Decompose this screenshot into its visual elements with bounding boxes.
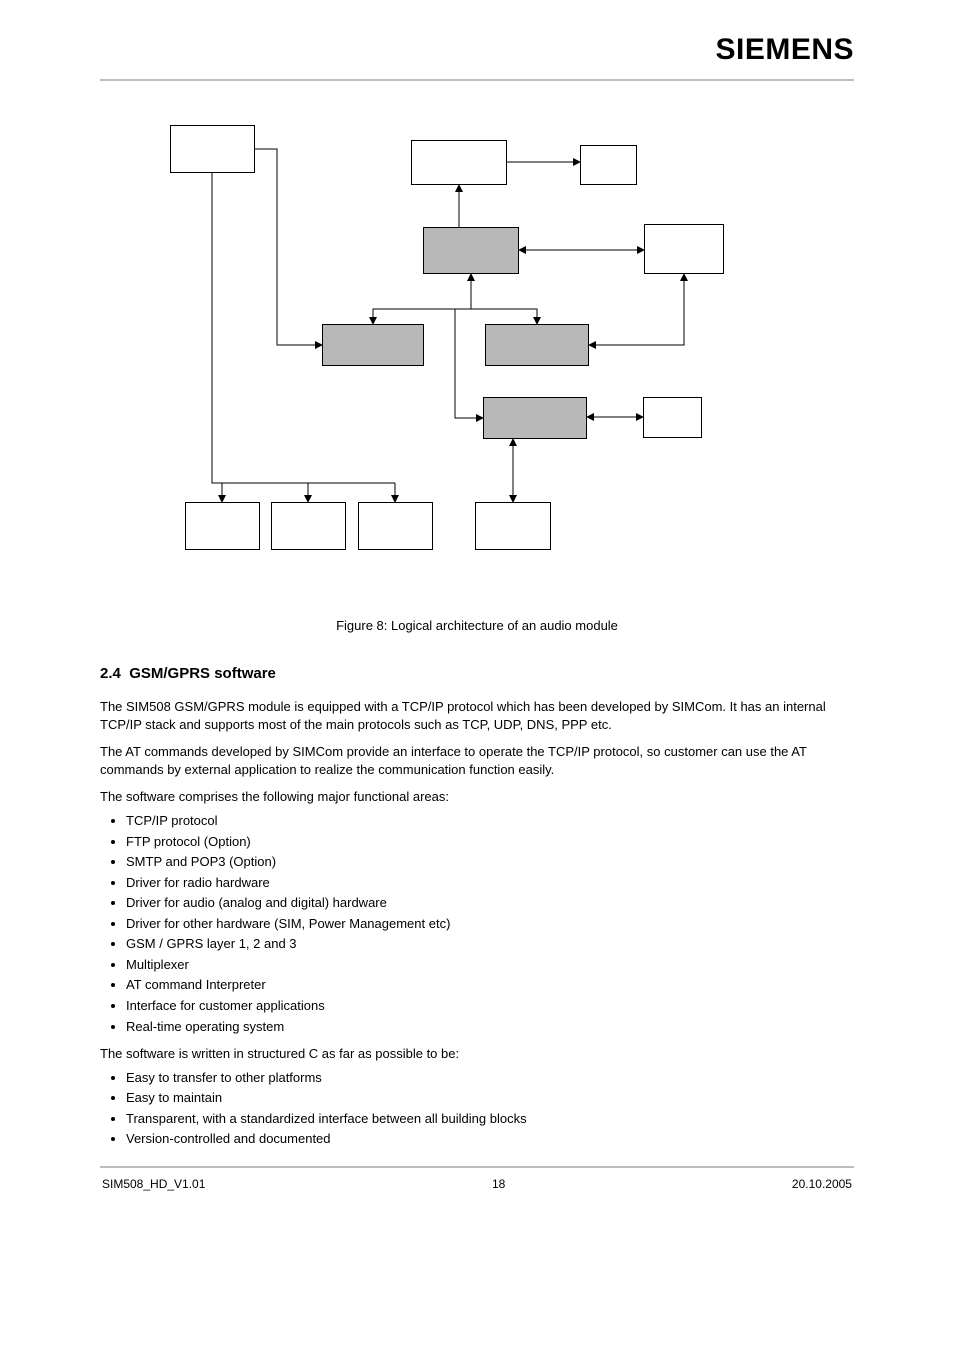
list-item: Driver for radio hardware bbox=[126, 874, 854, 892]
list-item: Multiplexer bbox=[126, 956, 854, 974]
section-title: GSM/GPRS software bbox=[129, 665, 276, 682]
feature-list: TCP/IP protocol FTP protocol (Option) SMTP… bbox=[100, 812, 854, 1035]
page-footer: SIM508_HD_V1.01 18 20.10.2005 bbox=[100, 1176, 854, 1192]
list-item: Version-controlled and documented bbox=[126, 1130, 854, 1148]
footer-date: 20.10.2005 bbox=[792, 1176, 852, 1192]
quality-list: Easy to transfer to other platforms Easy … bbox=[100, 1069, 854, 1148]
list-item: SMTP and POP3 (Option) bbox=[126, 853, 854, 871]
list-item: TCP/IP protocol bbox=[126, 812, 854, 830]
list-intro: The software comprises the following maj… bbox=[100, 788, 854, 806]
footer-divider bbox=[100, 1166, 854, 1168]
figure-caption: Figure 8: Logical architecture of an aud… bbox=[100, 617, 854, 635]
header-divider bbox=[100, 79, 854, 81]
brand-logo: SIEMENS bbox=[100, 30, 854, 71]
section-number: 2.4 bbox=[100, 665, 121, 682]
list-item: AT command Interpreter bbox=[126, 976, 854, 994]
list-intro: The software is written in structured C … bbox=[100, 1045, 854, 1063]
footer-page-number: 18 bbox=[492, 1176, 505, 1192]
section-heading: 2.4 GSM/GPRS software bbox=[100, 664, 854, 684]
list-item: GSM / GPRS layer 1, 2 and 3 bbox=[126, 935, 854, 953]
list-item: FTP protocol (Option) bbox=[126, 833, 854, 851]
paragraph: The AT commands developed by SIMCom prov… bbox=[100, 743, 854, 778]
footer-left: SIM508_HD_V1.01 bbox=[102, 1176, 205, 1192]
figure-diagram bbox=[127, 111, 827, 611]
list-item: Easy to maintain bbox=[126, 1089, 854, 1107]
list-item: Real-time operating system bbox=[126, 1018, 854, 1036]
list-item: Interface for customer applications bbox=[126, 997, 854, 1015]
diagram-connectors bbox=[127, 111, 827, 611]
list-item: Driver for other hardware (SIM, Power Ma… bbox=[126, 915, 854, 933]
list-item: Transparent, with a standardized interfa… bbox=[126, 1110, 854, 1128]
paragraph: The SIM508 GSM/GPRS module is equipped w… bbox=[100, 698, 854, 733]
list-item: Driver for audio (analog and digital) ha… bbox=[126, 894, 854, 912]
list-item: Easy to transfer to other platforms bbox=[126, 1069, 854, 1087]
